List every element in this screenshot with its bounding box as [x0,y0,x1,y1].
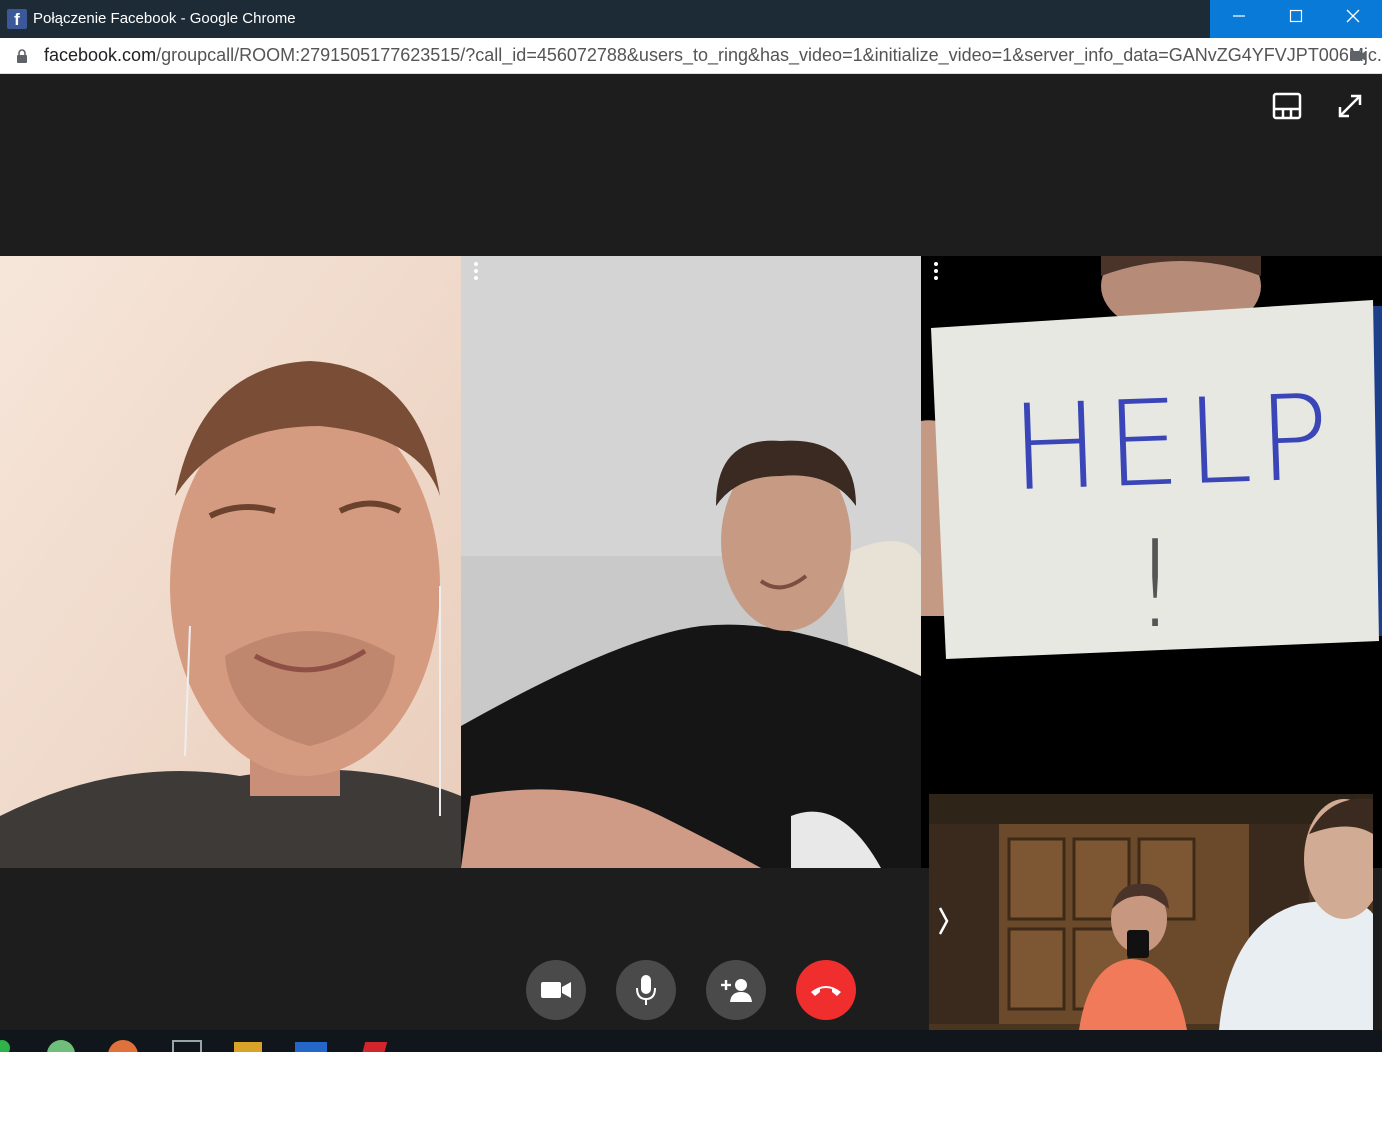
participant-3-options-button[interactable] [933,262,939,282]
url-host: facebook.com [44,45,157,65]
address-bar[interactable]: facebook.com/groupcall/ROOM:279150517762… [0,38,1382,74]
toggle-video-button[interactable] [526,960,586,1020]
video-camera-icon [541,982,571,998]
url-text[interactable]: facebook.com/groupcall/ROOM:279150517762… [44,45,1382,66]
participant-2-video[interactable] [461,256,921,868]
close-icon [1346,9,1360,23]
minimize-icon [1232,15,1245,17]
minimize-button[interactable] [1210,0,1267,38]
facebook-icon: f [7,9,27,29]
self-view-video[interactable] [929,794,1373,1030]
taskbar-app-icon[interactable] [234,1042,262,1052]
add-person-icon [721,979,752,1002]
url-path: /groupcall/ROOM:2791505177623515/?call_i… [156,45,1382,65]
close-button[interactable] [1324,0,1382,38]
participant-2-feed [461,256,921,868]
lock-icon [17,49,27,63]
windows-taskbar [0,1030,1382,1052]
camera-in-use-icon[interactable] [1350,50,1366,62]
browser-window: f Połączenie Facebook - Google Chrome fa… [0,0,1382,1052]
participant-1-feed [0,256,461,868]
chevron-left-icon [938,907,949,935]
title-bar: f Połączenie Facebook - Google Chrome [0,0,1382,38]
end-call-icon [811,986,841,996]
add-person-button[interactable] [706,960,766,1020]
microphone-icon [636,975,656,1005]
fullscreen-button[interactable] [1336,92,1364,125]
taskbar-app-icon[interactable] [358,1042,388,1052]
toggle-microphone-button[interactable] [616,960,676,1020]
layout-button[interactable] [1272,92,1302,125]
participant-1-video[interactable] [0,256,461,868]
window-title: Połączenie Facebook - Google Chrome [33,10,296,27]
fullscreen-icon [1338,94,1362,118]
taskbar-app-icon[interactable] [295,1042,327,1052]
help-sign-text: HELP [1008,367,1338,518]
end-call-button[interactable] [796,960,856,1020]
participant-3-video[interactable]: HELP ! [921,256,1382,868]
taskbar-app-icon[interactable] [47,1040,75,1052]
maximize-button[interactable] [1267,0,1324,38]
layout-icon [1272,92,1302,120]
maximize-icon [1289,9,1302,23]
self-view-feed [929,794,1373,1030]
taskbar-app-icon[interactable] [172,1040,202,1052]
help-sign-mark: ! [1131,516,1180,655]
taskbar-app-icon[interactable] [108,1040,138,1052]
participant-2-options-button[interactable] [473,262,479,282]
taskbar-app-icon[interactable] [0,1040,10,1052]
collapse-self-view-button[interactable] [937,906,949,941]
